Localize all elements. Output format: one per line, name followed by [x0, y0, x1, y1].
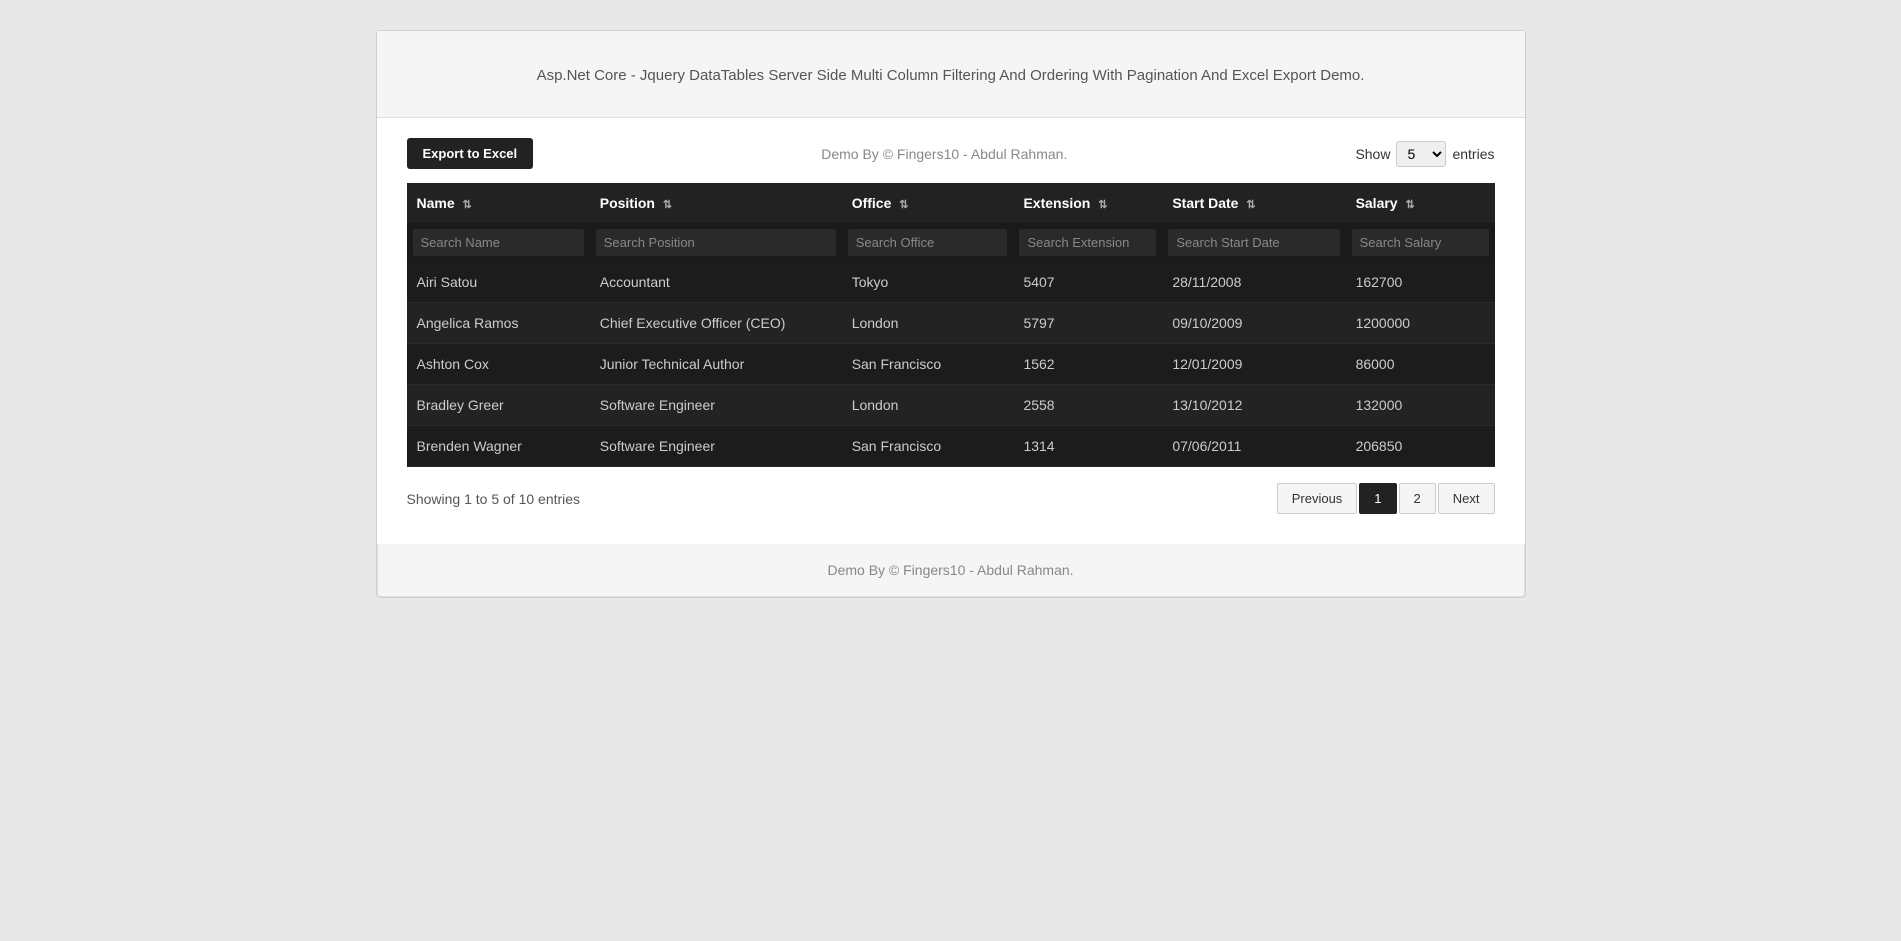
sort-icon-office: ⇅ [899, 198, 908, 211]
demo-credit-top: Demo By © Fingers10 - Abdul Rahman. [533, 146, 1355, 162]
col-header-office[interactable]: Office ⇅ [842, 183, 1014, 223]
page-footer: Demo By © Fingers10 - Abdul Rahman. [377, 544, 1525, 597]
cell-name: Angelica Ramos [407, 303, 590, 344]
sort-icon-position: ⇅ [663, 198, 672, 211]
cell-extension: 1562 [1013, 344, 1162, 385]
data-table: Name ⇅ Position ⇅ Office ⇅ Extension ⇅ [407, 183, 1495, 467]
cell-salary: 132000 [1346, 385, 1495, 426]
cell-office: London [842, 385, 1014, 426]
col-header-name[interactable]: Name ⇅ [407, 183, 590, 223]
cell-start_date: 28/11/2008 [1162, 262, 1345, 303]
search-salary-input[interactable] [1352, 229, 1489, 256]
cell-position: Junior Technical Author [590, 344, 842, 385]
page-button-2[interactable]: 2 [1399, 483, 1436, 514]
cell-start_date: 09/10/2009 [1162, 303, 1345, 344]
show-entries-control: Show 5 10 25 50 entries [1355, 141, 1494, 167]
page-button-1[interactable]: 1 [1359, 483, 1396, 514]
search-name-input[interactable] [413, 229, 584, 256]
table-row: Ashton CoxJunior Technical AuthorSan Fra… [407, 344, 1495, 385]
cell-position: Software Engineer [590, 426, 842, 467]
cell-office: San Francisco [842, 344, 1014, 385]
cell-extension: 1314 [1013, 426, 1162, 467]
page-title: Asp.Net Core - Jquery DataTables Server … [407, 49, 1495, 99]
cell-office: Tokyo [842, 262, 1014, 303]
cell-name: Ashton Cox [407, 344, 590, 385]
showing-entries-text: Showing 1 to 5 of 10 entries [407, 491, 581, 507]
sort-icon-salary: ⇅ [1406, 198, 1415, 211]
cell-salary: 1200000 [1346, 303, 1495, 344]
cell-name: Brenden Wagner [407, 426, 590, 467]
cell-position: Accountant [590, 262, 842, 303]
search-office-input[interactable] [848, 229, 1008, 256]
cell-start_date: 12/01/2009 [1162, 344, 1345, 385]
table-row: Bradley GreerSoftware EngineerLondon2558… [407, 385, 1495, 426]
cell-office: London [842, 303, 1014, 344]
next-button[interactable]: Next [1438, 483, 1495, 514]
entries-label: entries [1452, 146, 1494, 162]
col-header-position[interactable]: Position ⇅ [590, 183, 842, 223]
entries-per-page-select[interactable]: 5 10 25 50 [1396, 141, 1446, 167]
search-start-date-input[interactable] [1168, 229, 1339, 256]
table-row: Airi SatouAccountantTokyo540728/11/20081… [407, 262, 1495, 303]
cell-name: Airi Satou [407, 262, 590, 303]
cell-salary: 162700 [1346, 262, 1495, 303]
show-label: Show [1355, 146, 1390, 162]
pagination-controls: Previous 1 2 Next [1277, 483, 1495, 514]
cell-start_date: 07/06/2011 [1162, 426, 1345, 467]
cell-salary: 86000 [1346, 344, 1495, 385]
table-row: Angelica RamosChief Executive Officer (C… [407, 303, 1495, 344]
table-header-row: Name ⇅ Position ⇅ Office ⇅ Extension ⇅ [407, 183, 1495, 223]
toolbar: Export to Excel Demo By © Fingers10 - Ab… [407, 138, 1495, 169]
cell-extension: 2558 [1013, 385, 1162, 426]
cell-salary: 206850 [1346, 426, 1495, 467]
table-row: Brenden WagnerSoftware EngineerSan Franc… [407, 426, 1495, 467]
sort-icon-extension: ⇅ [1098, 198, 1107, 211]
table-footer: Showing 1 to 5 of 10 entries Previous 1 … [407, 483, 1495, 514]
cell-position: Software Engineer [590, 385, 842, 426]
search-position-input[interactable] [596, 229, 836, 256]
sort-icon-name: ⇅ [463, 198, 472, 211]
col-header-start-date[interactable]: Start Date ⇅ [1162, 183, 1345, 223]
cell-extension: 5407 [1013, 262, 1162, 303]
cell-start_date: 13/10/2012 [1162, 385, 1345, 426]
table-body: Airi SatouAccountantTokyo540728/11/20081… [407, 262, 1495, 467]
table-search-row [407, 223, 1495, 262]
cell-extension: 5797 [1013, 303, 1162, 344]
cell-position: Chief Executive Officer (CEO) [590, 303, 842, 344]
col-header-salary[interactable]: Salary ⇅ [1346, 183, 1495, 223]
export-to-excel-button[interactable]: Export to Excel [407, 138, 534, 169]
search-extension-input[interactable] [1019, 229, 1156, 256]
cell-office: San Francisco [842, 426, 1014, 467]
col-header-extension[interactable]: Extension ⇅ [1013, 183, 1162, 223]
previous-button[interactable]: Previous [1277, 483, 1358, 514]
cell-name: Bradley Greer [407, 385, 590, 426]
sort-icon-start-date: ⇅ [1246, 198, 1255, 211]
